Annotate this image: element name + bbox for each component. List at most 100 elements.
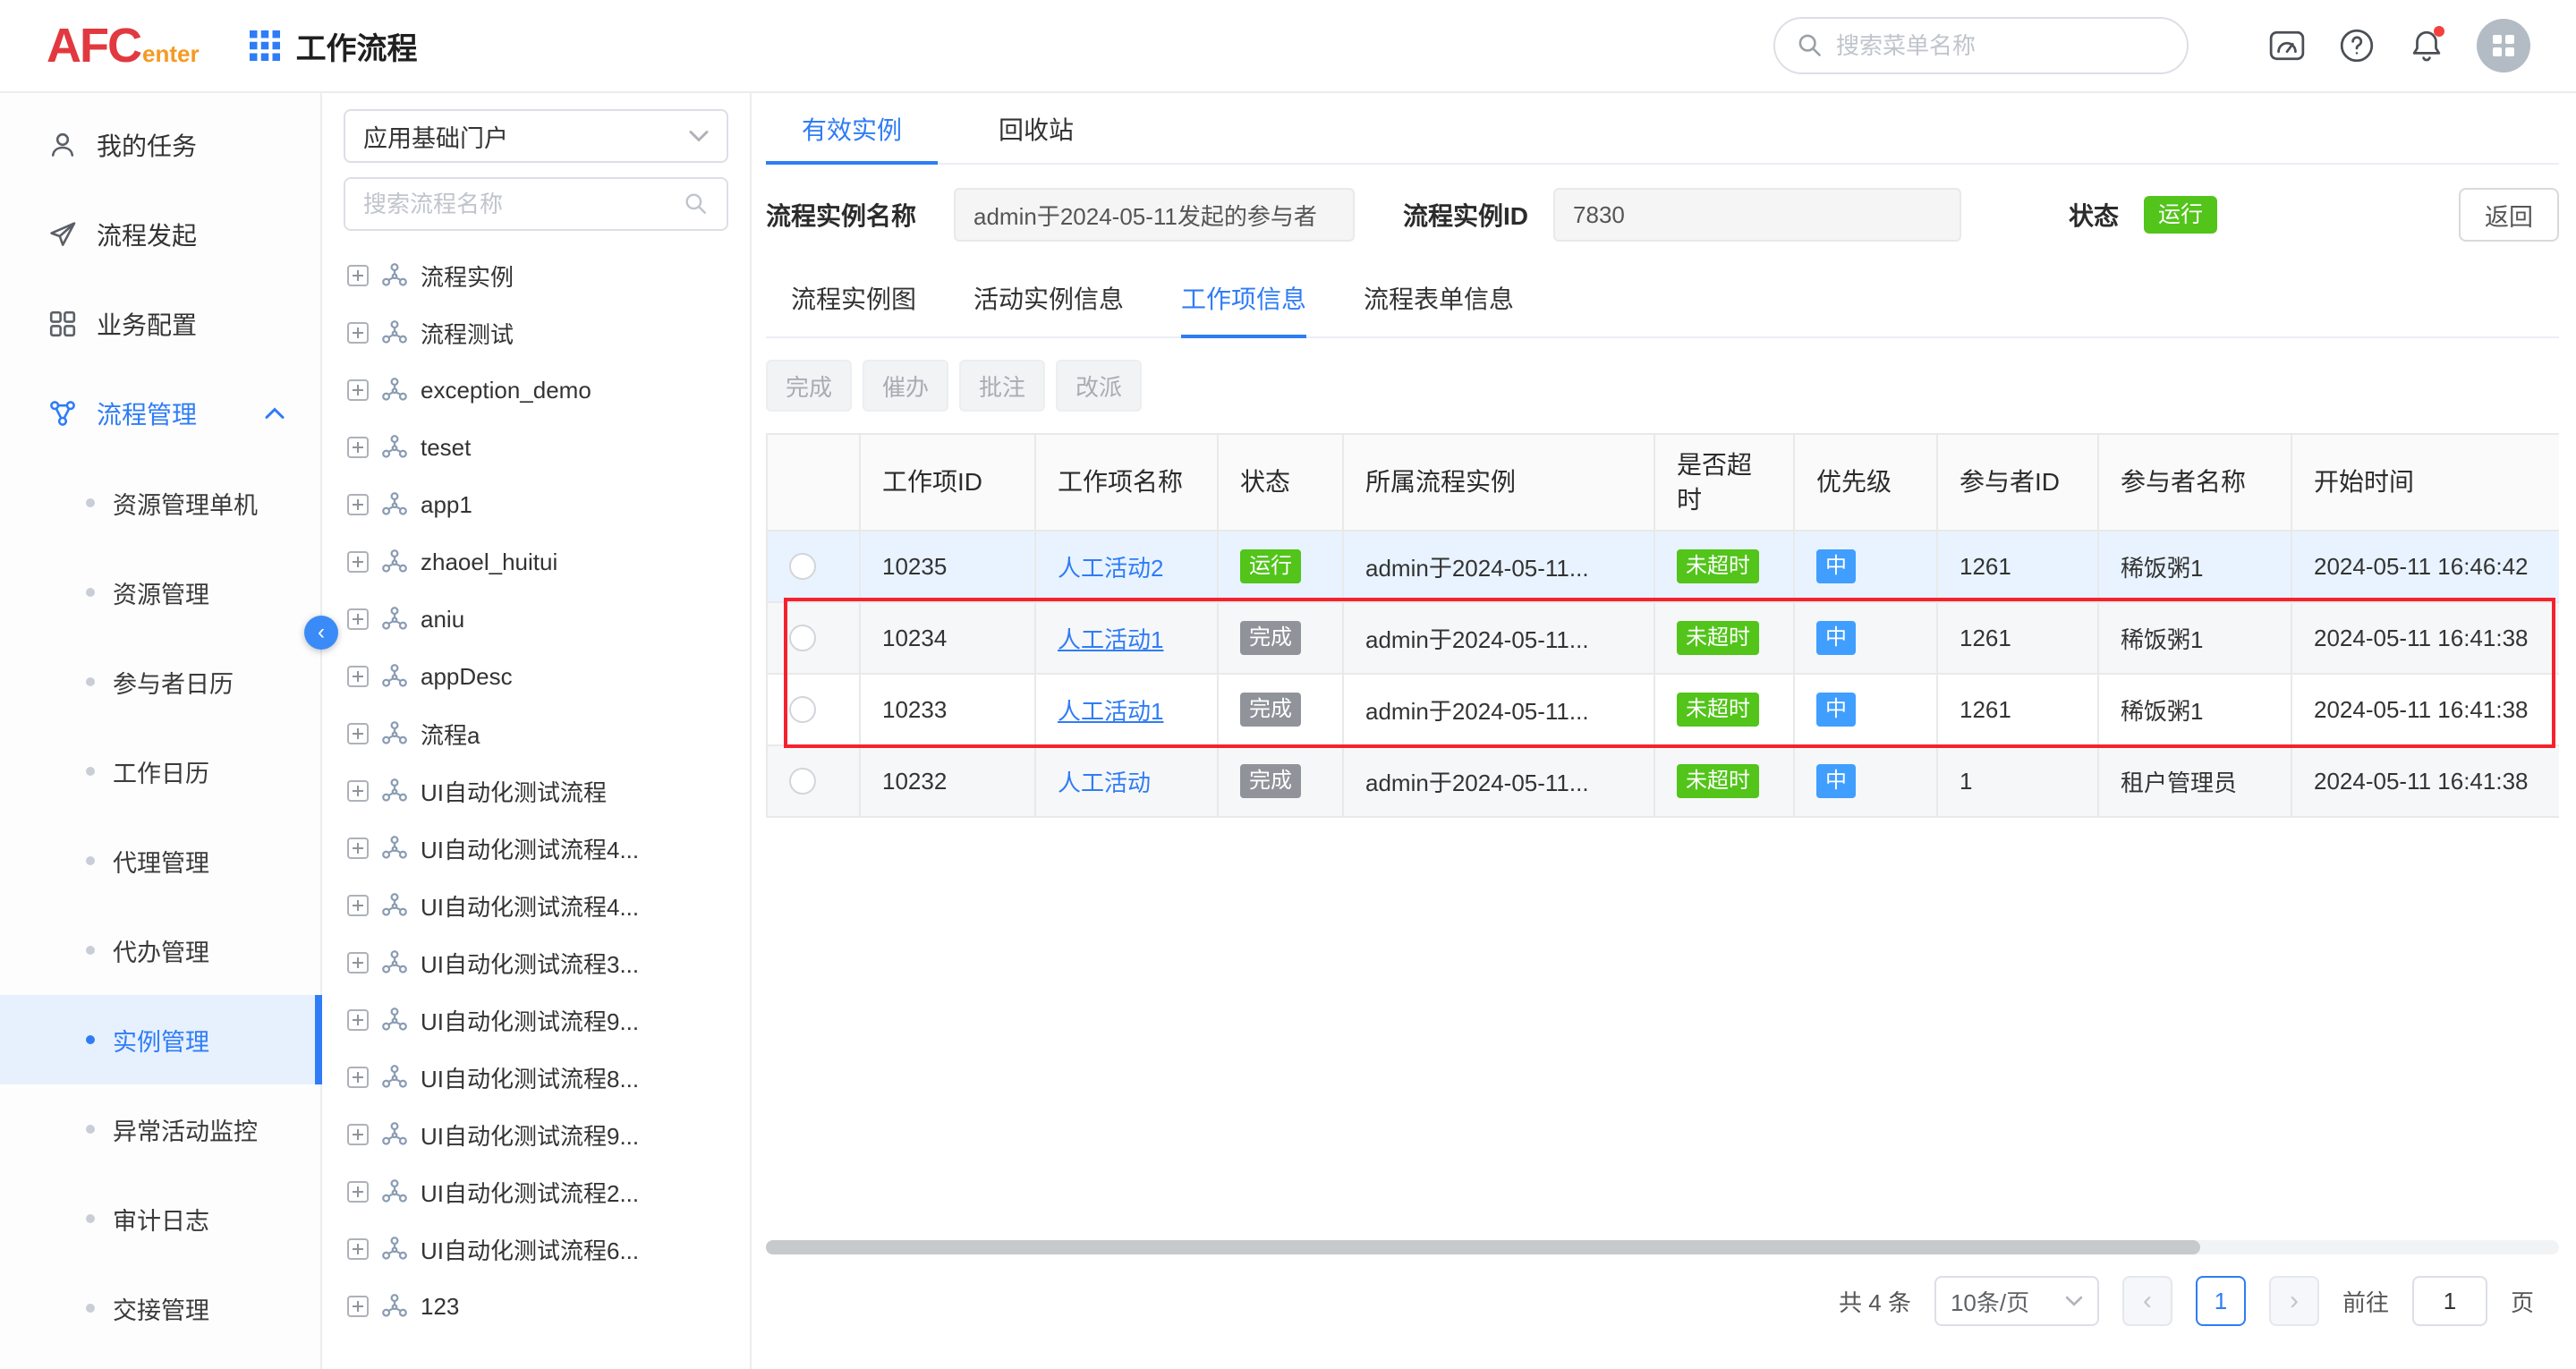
sidebar-subitem[interactable]: 工作日历 — [0, 727, 320, 816]
tree-item[interactable]: UI自动化测试流程 — [344, 762, 728, 820]
detail-tab-item[interactable]: 工作项信息 — [1181, 267, 1306, 336]
expand-plus-icon[interactable] — [347, 1238, 369, 1260]
sidebar-subitem[interactable]: 参与者日历 — [0, 637, 320, 727]
tree-item[interactable]: UI自动化测试流程3... — [344, 934, 728, 991]
expand-plus-icon[interactable] — [347, 437, 369, 458]
row-radio[interactable] — [789, 696, 816, 723]
expand-plus-icon[interactable] — [347, 952, 369, 974]
tree-item[interactable]: UI自动化测试流程8... — [344, 1049, 728, 1106]
expand-plus-icon[interactable] — [347, 1067, 369, 1088]
tree-item[interactable]: UI自动化测试流程4... — [344, 877, 728, 934]
prev-page-button[interactable]: ‹ — [2122, 1276, 2172, 1326]
row-radio[interactable] — [789, 625, 816, 651]
tree-item[interactable]: aniu — [344, 591, 728, 648]
tab-item[interactable]: 回收站 — [963, 98, 1109, 163]
tree-item[interactable]: appDesc — [344, 648, 728, 705]
expand-plus-icon[interactable] — [347, 265, 369, 286]
sidebar-subitem[interactable]: 交接管理 — [0, 1263, 320, 1353]
sidebar-item-my-tasks[interactable]: 我的任务 — [0, 100, 320, 190]
bell-icon[interactable] — [2407, 26, 2446, 65]
instance-id-label: 流程实例ID — [1403, 197, 1528, 233]
workitem-name-link[interactable]: 人工活动 — [1058, 770, 1151, 796]
app-switcher[interactable]: 工作流程 — [250, 24, 418, 68]
sidebar-subitem[interactable]: 代理管理 — [0, 816, 320, 906]
expand-plus-icon[interactable] — [347, 1009, 369, 1031]
collapse-panel-button[interactable]: ‹ — [304, 616, 338, 650]
tree-item[interactable]: exception_demo — [344, 361, 728, 419]
goto-page-input[interactable] — [2412, 1276, 2487, 1326]
sidebar-item-process-start[interactable]: 流程发起 — [0, 190, 320, 279]
sidebar-subitem[interactable]: 审计日志 — [0, 1174, 320, 1263]
table-row[interactable]: 10234 人工活动1 完成 admin于2024-05-11... 未超时 中… — [767, 602, 2559, 674]
tree-item[interactable]: 流程a — [344, 705, 728, 762]
tree-item[interactable]: UI自动化测试流程9... — [344, 1106, 728, 1163]
toolbar-button[interactable]: 催办 — [863, 360, 948, 412]
expand-plus-icon[interactable] — [347, 379, 369, 401]
process-search-box[interactable] — [344, 177, 728, 231]
scrollbar-thumb[interactable] — [766, 1240, 2200, 1254]
process-search-input[interactable] — [363, 191, 673, 218]
tree-item[interactable]: UI自动化测试流程2... — [344, 1163, 728, 1220]
tab-item[interactable]: 有效实例 — [766, 98, 938, 163]
table-row[interactable]: 10235 人工活动2 运行 admin于2024-05-11... 未超时 中… — [767, 531, 2559, 602]
workitem-name-link[interactable]: 人工活动1 — [1058, 698, 1163, 725]
tree-item[interactable]: teset — [344, 419, 728, 476]
tree-item[interactable]: UI自动化测试流程6... — [344, 1220, 728, 1278]
workitem-name-link[interactable]: 人工活动1 — [1058, 626, 1163, 653]
help-icon[interactable] — [2337, 26, 2376, 65]
tree-item[interactable]: app1 — [344, 476, 728, 533]
instance-name-field[interactable] — [954, 188, 1355, 242]
expand-plus-icon[interactable] — [347, 1296, 369, 1317]
expand-plus-icon[interactable] — [347, 780, 369, 802]
sidebar-subitem[interactable]: 资源管理 — [0, 548, 320, 637]
detail-tab-item[interactable]: 流程表单信息 — [1364, 267, 1514, 336]
tree-item[interactable]: UI自动化测试流程9... — [344, 991, 728, 1049]
sidebar-subitem[interactable]: 异常活动监控 — [0, 1084, 320, 1174]
tree-item[interactable]: 流程实例 — [344, 247, 728, 304]
expand-plus-icon[interactable] — [347, 895, 369, 916]
current-page-button[interactable]: 1 — [2196, 1276, 2246, 1326]
expand-plus-icon[interactable] — [347, 494, 369, 515]
menu-search-input[interactable] — [1836, 32, 2165, 60]
app-portal-select[interactable]: 应用基础门户 — [344, 109, 728, 163]
toolbar-button[interactable]: 完成 — [766, 360, 852, 412]
instance-id-field[interactable] — [1553, 188, 1961, 242]
sidebar-subitem[interactable]: 实例管理 — [0, 995, 320, 1084]
menu-search-box[interactable] — [1773, 17, 2189, 74]
tree-item[interactable]: UI自动化测试流程4... — [344, 820, 728, 877]
row-radio[interactable] — [789, 768, 816, 795]
tree-item[interactable]: zhaoel_huitui — [344, 533, 728, 591]
afcenter-logo[interactable]: AFC enter — [47, 18, 200, 73]
expand-plus-icon[interactable] — [347, 666, 369, 687]
column-header: 是否超时 — [1654, 434, 1794, 531]
expand-plus-icon[interactable] — [347, 723, 369, 744]
workitem-name-link[interactable]: 人工活动2 — [1058, 555, 1163, 582]
sidebar-group-process-management[interactable]: 流程管理 — [0, 369, 320, 458]
cell-participant-name: 租户管理员 — [2098, 745, 2291, 817]
sidebar-subitem[interactable]: 代办管理 — [0, 906, 320, 995]
expand-plus-icon[interactable] — [347, 608, 369, 630]
page-size-select[interactable]: 10条/页 — [1934, 1276, 2099, 1326]
expand-plus-icon[interactable] — [347, 322, 369, 344]
detail-tab-item[interactable]: 活动实例信息 — [973, 267, 1124, 336]
process-cluster-icon — [381, 892, 408, 919]
tree-item[interactable]: 123 — [344, 1278, 728, 1335]
expand-plus-icon[interactable] — [347, 1124, 369, 1145]
avatar[interactable] — [2477, 19, 2530, 72]
detail-tab-item[interactable]: 流程实例图 — [791, 267, 916, 336]
next-page-button[interactable]: › — [2269, 1276, 2319, 1326]
sidebar-subitem[interactable]: 资源管理单机 — [0, 458, 320, 548]
expand-plus-icon[interactable] — [347, 1181, 369, 1203]
back-button[interactable]: 返回 — [2459, 188, 2559, 242]
row-radio[interactable] — [789, 553, 816, 580]
toolbar-button[interactable]: 批注 — [959, 360, 1045, 412]
table-row[interactable]: 10232 人工活动 完成 admin于2024-05-11... 未超时 中 … — [767, 745, 2559, 817]
monitor-icon[interactable] — [2267, 26, 2307, 65]
table-row[interactable]: 10233 人工活动1 完成 admin于2024-05-11... 未超时 中… — [767, 674, 2559, 745]
app-grid-icon[interactable] — [250, 30, 280, 61]
expand-plus-icon[interactable] — [347, 838, 369, 859]
sidebar-item-business-config[interactable]: 业务配置 — [0, 279, 320, 369]
tree-item[interactable]: 流程测试 — [344, 304, 728, 361]
toolbar-button[interactable]: 改派 — [1056, 360, 1142, 412]
expand-plus-icon[interactable] — [347, 551, 369, 573]
